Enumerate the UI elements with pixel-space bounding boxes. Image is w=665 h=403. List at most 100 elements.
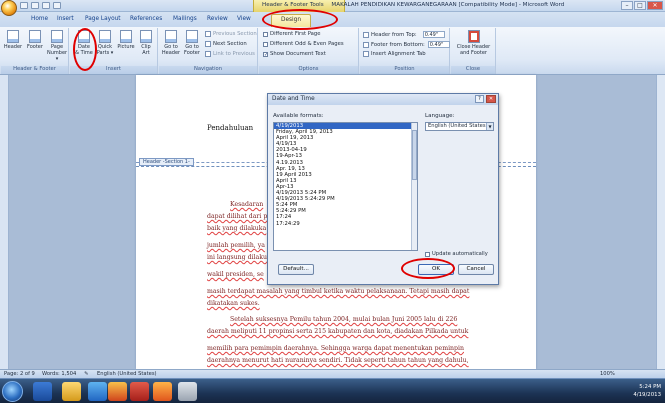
previous-section-button[interactable]: Previous Section	[205, 31, 257, 37]
title-bar: Header & Footer Tools MAKALAH PENDIDIKAN…	[0, 0, 665, 16]
group-label-close: Close	[451, 66, 495, 74]
page-number-icon	[51, 30, 63, 43]
document-heading: Pendahuluan	[207, 124, 254, 132]
default-button[interactable]: Default...	[278, 264, 314, 275]
alignment-tab-icon	[363, 51, 369, 57]
quick-parts-button[interactable]: Quick Parts ▾	[95, 30, 115, 56]
formats-list-scrollbar[interactable]	[411, 123, 417, 250]
group-label-position: Position	[360, 66, 449, 74]
undo-icon[interactable]	[31, 2, 39, 9]
picture-label: Picture	[117, 44, 135, 50]
minimize-button[interactable]: –	[621, 1, 633, 10]
status-language[interactable]: English (United States)	[97, 371, 157, 377]
maximize-button[interactable]: □	[634, 1, 646, 10]
clip-art-button[interactable]: Clip Art	[136, 30, 156, 56]
pdf-taskbar-icon[interactable]	[130, 382, 149, 401]
available-formats-label: Available formats:	[273, 113, 324, 119]
update-automatically-option[interactable]: Update automatically	[425, 251, 488, 257]
chevron-down-icon[interactable]: ▼	[486, 123, 493, 130]
tab-page-layout[interactable]: Page Layout	[85, 16, 121, 22]
proofing-icon[interactable]: ✎	[84, 371, 88, 377]
header-button[interactable]: Header	[3, 30, 23, 50]
customize-qat-icon[interactable]	[53, 2, 61, 9]
footer-button[interactable]: Footer	[25, 30, 45, 50]
document-line: daerahnya menurut hati nuraninya sendiri…	[207, 357, 469, 364]
goto-header-label-2: Header	[161, 50, 181, 56]
office-button[interactable]	[1, 0, 17, 16]
explorer-taskbar-icon[interactable]	[62, 382, 81, 401]
close-window-button[interactable]: ✕	[647, 1, 663, 10]
picture-button[interactable]: Picture	[116, 30, 136, 50]
ie-taskbar-icon[interactable]	[88, 382, 107, 401]
dialog-close-button[interactable]: ✕	[486, 95, 496, 103]
document-line: wakil presiden, se	[207, 271, 264, 278]
group-position: Header from Top: 0.49" Footer from Botto…	[360, 28, 450, 74]
group-close: Close Header and Footer Close	[451, 28, 496, 74]
tab-home[interactable]: Home	[31, 16, 48, 22]
document-line: dapat dilihat dari p	[207, 213, 268, 220]
scrollbar-thumb[interactable]	[412, 130, 417, 180]
quick-access-toolbar	[20, 2, 61, 9]
show-document-text-option[interactable]: Show Document Text	[263, 51, 326, 57]
next-section-icon	[205, 41, 211, 47]
clock-date: 4/19/2013	[633, 392, 661, 398]
goto-footer-button[interactable]: Go to Footer	[182, 30, 202, 56]
tab-view[interactable]: View	[237, 16, 251, 22]
show-document-text-checkbox[interactable]	[263, 51, 268, 57]
help-icon[interactable]: ?	[475, 95, 484, 103]
tab-insert[interactable]: Insert	[57, 16, 74, 22]
firefox-taskbar-icon[interactable]	[153, 382, 172, 401]
language-select[interactable]: English (United States) ▼	[425, 122, 494, 131]
tab-design[interactable]: Design	[271, 14, 312, 27]
update-automatically-checkbox[interactable]	[425, 251, 430, 257]
close-header-footer-button[interactable]: Close Header and Footer	[453, 30, 494, 56]
document-line: memilih para pemimpin daerahnya. Sehingg…	[207, 345, 464, 352]
page-number-button[interactable]: Page Number ▾	[47, 30, 67, 62]
tab-review[interactable]: Review	[207, 16, 228, 22]
document-line: baik yang dilakuka	[207, 225, 267, 232]
vertical-scrollbar[interactable]	[656, 75, 665, 369]
different-first-page-option[interactable]: Different First Page	[263, 31, 321, 37]
paint-taskbar-icon[interactable]	[178, 382, 197, 401]
goto-header-button[interactable]: Go to Header	[161, 30, 181, 56]
tab-mailings[interactable]: Mailings	[173, 16, 197, 22]
insert-alignment-tab-button[interactable]: Insert Alignment Tab	[363, 51, 426, 57]
document-line: jumlah pemilih, ya	[207, 242, 265, 249]
zoom-level[interactable]: 100%	[600, 371, 615, 377]
cancel-button[interactable]: Cancel	[458, 264, 494, 275]
next-section-button[interactable]: Next Section	[205, 41, 247, 47]
system-tray-clock[interactable]: 5:24 PM 4/19/2013	[633, 383, 661, 399]
redo-icon[interactable]	[42, 2, 50, 9]
start-button[interactable]	[2, 381, 23, 402]
different-odd-even-checkbox[interactable]	[263, 41, 268, 47]
link-to-previous-button[interactable]: Link to Previous	[205, 51, 255, 57]
footer-from-bottom-input[interactable]: 0.49"	[427, 41, 450, 48]
tab-references[interactable]: References	[130, 16, 162, 22]
date-time-button[interactable]: Date & Time	[74, 30, 94, 56]
header-from-top-input[interactable]: 0.49"	[422, 31, 445, 38]
previous-section-label: Previous Section	[213, 31, 257, 37]
word-count[interactable]: Words: 1,504	[42, 371, 76, 377]
language-label: Language:	[425, 113, 455, 119]
word-taskbar-icon[interactable]	[33, 382, 52, 401]
previous-section-icon	[205, 31, 211, 37]
ribbon: Header Footer Page Number ▾ Header & Foo…	[0, 27, 665, 75]
different-first-page-checkbox[interactable]	[263, 31, 268, 37]
different-first-page-label: Different First Page	[270, 31, 321, 37]
page-number-label-2: Number ▾	[47, 50, 68, 62]
save-icon[interactable]	[20, 2, 28, 9]
calendar-icon	[78, 30, 90, 43]
media-taskbar-icon[interactable]	[108, 382, 127, 401]
formats-list[interactable]: 4/19/2013 Friday, April 19, 2013 April 19,…	[273, 122, 418, 251]
context-tool-label: Header & Footer Tools	[262, 2, 324, 8]
document-line: dikatakan sukes.	[207, 300, 260, 307]
document-line: Setelah suksesnya Pemilu tahun 2004, mul…	[230, 316, 458, 323]
taskbar: 5:24 PM 4/19/2013	[0, 378, 665, 403]
different-odd-even-option[interactable]: Different Odd & Even Pages	[263, 41, 344, 47]
ok-button[interactable]: OK	[418, 264, 454, 275]
format-option[interactable]: 17:24:29	[274, 221, 417, 227]
footer-icon	[29, 30, 41, 43]
header-from-top: Header from Top: 0.49"	[363, 31, 445, 38]
page-count[interactable]: Page: 2 of 9	[4, 371, 35, 377]
different-odd-even-label: Different Odd & Even Pages	[270, 41, 344, 47]
